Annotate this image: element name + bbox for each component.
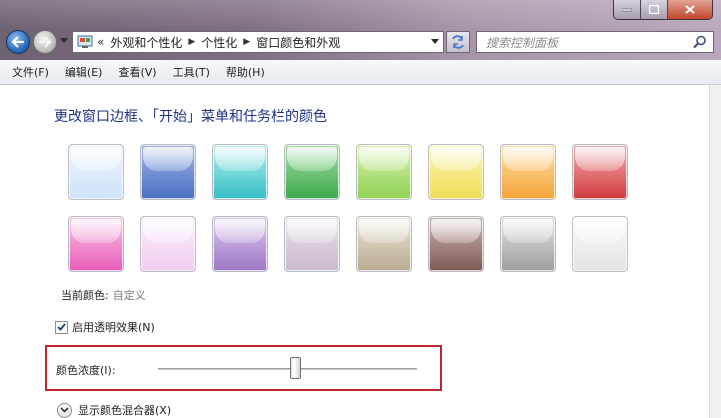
menu-tools[interactable]: 工具(T) bbox=[165, 64, 218, 80]
swatch-gloss bbox=[143, 219, 193, 243]
swatch-gloss bbox=[287, 147, 337, 171]
swatch-gloss bbox=[503, 147, 553, 171]
search-box[interactable]: 搜索控制面板 bbox=[476, 31, 714, 53]
forward-button[interactable] bbox=[33, 30, 57, 54]
menu-bar: 文件(F) 编辑(E) 查看(V) 工具(T) 帮助(H) bbox=[0, 60, 721, 85]
transparency-checkbox[interactable] bbox=[55, 320, 68, 334]
swatch-gloss bbox=[71, 219, 121, 243]
search-icon[interactable] bbox=[693, 35, 707, 49]
swatch-gloss bbox=[359, 219, 409, 243]
color-swatch[interactable] bbox=[500, 216, 556, 272]
color-swatch[interactable] bbox=[212, 144, 268, 200]
color-swatch[interactable] bbox=[500, 144, 556, 200]
color-mixer-toggle[interactable]: 显示颜色混合器(X) bbox=[57, 402, 171, 418]
menu-edit[interactable]: 编辑(E) bbox=[57, 64, 111, 80]
swatch-gloss bbox=[215, 219, 265, 243]
menu-view[interactable]: 查看(V) bbox=[110, 64, 164, 80]
color-intensity-label: 颜色浓度(I): bbox=[56, 364, 116, 377]
color-swatch[interactable] bbox=[356, 216, 412, 272]
close-button[interactable] bbox=[668, 0, 712, 19]
breadcrumb-separator-icon[interactable]: ▶ bbox=[188, 37, 195, 47]
expand-chevron-icon[interactable] bbox=[57, 402, 72, 418]
swatch-gloss bbox=[287, 219, 337, 243]
back-button[interactable] bbox=[6, 30, 30, 54]
breadcrumb-appearance[interactable]: 外观和个性化 bbox=[110, 34, 182, 51]
swatch-gloss bbox=[359, 147, 409, 171]
maximize-button[interactable] bbox=[641, 0, 668, 19]
transparency-row[interactable]: 启用透明效果(N) bbox=[55, 319, 155, 335]
breadcrumb-window-color[interactable]: 窗口颜色和外观 bbox=[256, 34, 340, 51]
current-color-value: 自定义 bbox=[112, 289, 146, 302]
menu-help[interactable]: 帮助(H) bbox=[218, 64, 273, 80]
refresh-icon bbox=[452, 35, 464, 49]
color-swatch[interactable] bbox=[68, 144, 124, 200]
swatch-gloss bbox=[575, 147, 625, 171]
minimize-icon bbox=[622, 8, 632, 11]
color-swatch[interactable] bbox=[284, 144, 340, 200]
refresh-button[interactable] bbox=[446, 31, 470, 53]
color-swatch[interactable] bbox=[572, 144, 628, 200]
page-heading: 更改窗口边框、「开始」菜单和任务栏的颜色 bbox=[54, 109, 327, 125]
color-swatch[interactable] bbox=[284, 216, 340, 272]
breadcrumb-personalization[interactable]: 个性化 bbox=[201, 34, 237, 51]
breadcrumb-separator-icon[interactable]: ▶ bbox=[243, 37, 250, 47]
search-input[interactable]: 搜索控制面板 bbox=[486, 34, 558, 51]
address-overflow[interactable]: « bbox=[97, 35, 104, 49]
menu-file[interactable]: 文件(F) bbox=[4, 64, 57, 80]
color-swatch[interactable] bbox=[428, 216, 484, 272]
color-swatch[interactable] bbox=[428, 144, 484, 200]
back-arrow-icon bbox=[11, 36, 24, 48]
swatch-gloss bbox=[143, 147, 193, 171]
address-dropdown-icon[interactable] bbox=[431, 39, 439, 44]
forward-arrow-icon bbox=[39, 36, 52, 48]
vertical-scrollbar[interactable] bbox=[709, 85, 721, 418]
swatch-gloss bbox=[71, 147, 121, 171]
caption-buttons bbox=[613, 0, 713, 20]
color-swatch[interactable] bbox=[140, 144, 196, 200]
color-mixer-label[interactable]: 显示颜色混合器(X) bbox=[78, 402, 171, 418]
recent-pages-dropdown-icon[interactable] bbox=[60, 38, 68, 43]
close-icon bbox=[685, 5, 695, 14]
color-swatch[interactable] bbox=[356, 144, 412, 200]
color-intensity-slider-track[interactable] bbox=[158, 368, 417, 371]
swatch-gloss bbox=[503, 219, 553, 243]
color-swatch[interactable] bbox=[572, 216, 628, 272]
swatch-gloss bbox=[431, 147, 481, 171]
minimize-button[interactable] bbox=[614, 0, 641, 19]
color-swatch[interactable] bbox=[140, 216, 196, 272]
maximize-icon bbox=[649, 5, 659, 14]
swatch-gloss bbox=[575, 219, 625, 243]
control-panel-icon bbox=[77, 35, 93, 48]
current-color: 当前颜色: 自定义 bbox=[61, 287, 146, 303]
swatch-gloss bbox=[431, 219, 481, 243]
checkmark-icon bbox=[57, 323, 66, 331]
swatch-gloss bbox=[215, 147, 265, 171]
address-bar[interactable]: « 外观和个性化 ▶ 个性化 ▶ 窗口颜色和外观 bbox=[72, 31, 444, 53]
color-intensity-slider-thumb[interactable] bbox=[289, 357, 301, 379]
current-color-label: 当前颜色: bbox=[61, 289, 109, 302]
color-swatch[interactable] bbox=[68, 216, 124, 272]
color-swatch[interactable] bbox=[212, 216, 268, 272]
transparency-label: 启用透明效果(N) bbox=[72, 321, 155, 334]
